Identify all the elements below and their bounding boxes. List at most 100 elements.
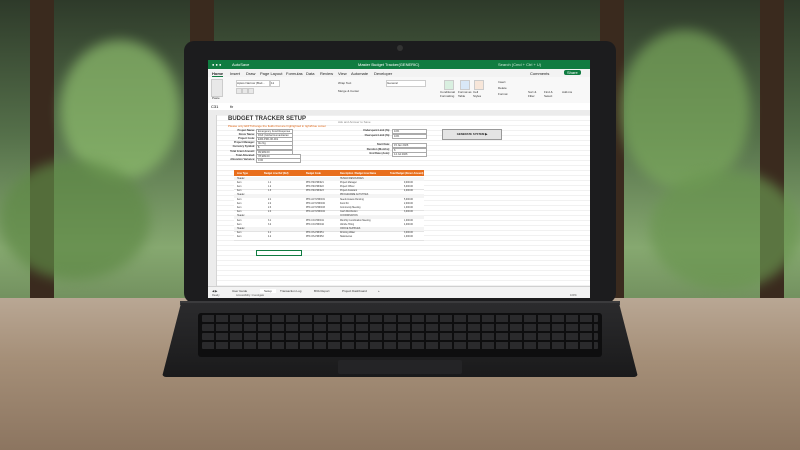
tab-automate[interactable]: Automate	[351, 71, 368, 76]
font-size-select[interactable]: 11	[270, 80, 280, 87]
tab-data[interactable]: Data	[306, 71, 314, 76]
number-format-select[interactable]: General	[386, 80, 426, 87]
table-cell-desc: Monthly Coordination Meeting	[340, 219, 371, 222]
table-cell-type: Item	[237, 181, 242, 184]
tab-formulas[interactable]: Formulas	[286, 71, 303, 76]
table-cell-amount: 5,000.00	[404, 198, 413, 201]
table-cell-ref: 3.1	[268, 219, 272, 222]
table-cell-type: Header	[237, 177, 245, 180]
field-label: Total Allocated:	[235, 153, 255, 157]
ribbon: Paste Aptos Narrow (Bod... 11 Wrap Text …	[208, 77, 590, 104]
excel-window: ● ● ● AutoSave Master Budget Tracker(GEN…	[208, 60, 590, 298]
find-select-button[interactable]: Find & Select	[544, 90, 554, 98]
sheet-note: Ask and Answer to Save	[338, 120, 371, 124]
table-cell-amount: 4,000.00	[404, 223, 413, 226]
tab-view[interactable]: View	[338, 71, 347, 76]
window-controls[interactable]: ● ● ●	[212, 62, 221, 67]
zoom-level[interactable]: 100%	[570, 294, 577, 297]
tab-review[interactable]: Review	[320, 71, 333, 76]
format-table-label: Format as Table	[458, 90, 472, 98]
share-button[interactable]: Share	[564, 70, 581, 75]
paste-button[interactable]	[211, 79, 223, 97]
col-description: Description / Budget Line Name	[340, 172, 377, 175]
field-value[interactable]: 0.00	[256, 157, 301, 163]
search-input[interactable]: Search (Cmd + Ctrl + U)	[498, 62, 541, 67]
generate-system-button[interactable]: GENERATE SYSTEM ▶	[442, 129, 502, 140]
table-cell-desc: Food Kit	[340, 202, 349, 205]
row-headers	[208, 115, 217, 286]
table-cell-desc: Drinking Water	[340, 232, 356, 235]
underline-button[interactable]	[248, 88, 254, 94]
sheet-title: BUDGET TRACKER SETUP	[228, 116, 307, 122]
keyboard	[198, 313, 602, 357]
table-row[interactable]: Item 4.2 PPF-OS-PRF052 Stationeries 1,000.00	[234, 235, 424, 241]
table-cell-type: Item	[237, 219, 242, 222]
table-cell-type: Item	[237, 185, 242, 188]
field-label: Project Code:	[238, 137, 255, 141]
trackpad[interactable]	[338, 360, 462, 374]
table-cell-ref: 1.3	[268, 190, 272, 193]
font-name-select[interactable]: Aptos Narrow (Bod...	[236, 80, 270, 87]
foliage	[620, 30, 750, 190]
table-cell-type: Header	[237, 227, 245, 230]
field-value[interactable]: 14 Jul 2026	[392, 152, 427, 157]
table-cell-ref: 3.2	[268, 223, 272, 226]
delete-button[interactable]: Delete	[498, 86, 507, 90]
table-cell-code: PPF-ACT-PRF033	[306, 206, 325, 209]
table-cell-code: PPF-ACT-PRF032	[306, 202, 325, 205]
selected-cell[interactable]	[256, 250, 302, 256]
tab-page-layout[interactable]: Page Layout	[260, 71, 282, 76]
table-cell-type: Header	[237, 215, 245, 218]
status-bar: Ready Accessibility: Investigate 100%	[208, 293, 590, 298]
cell-styles-icon[interactable]	[474, 80, 484, 90]
table-cell-type: Item	[237, 232, 242, 235]
table-cell-amount: 1,000.00	[404, 206, 413, 209]
table-cell-code: PPF-HR-PRF021	[306, 181, 324, 184]
budget-table-header: Line Type Budget Line Ref (Ref) Budget C…	[234, 170, 424, 176]
table-cell-desc: Project Officer	[340, 185, 355, 188]
field-label: End Date (Auto):	[369, 152, 390, 155]
table-cell-type: Item	[237, 198, 242, 201]
field-label: Currency Symbol:	[232, 145, 255, 149]
comments-button[interactable]: Comments	[530, 71, 549, 76]
conditional-formatting-label: Conditional Formatting	[440, 90, 456, 98]
conditional-formatting-icon[interactable]	[444, 80, 454, 90]
table-cell-amount: 1,000.00	[404, 219, 413, 222]
name-box[interactable]: C31	[211, 104, 218, 109]
tab-draw[interactable]: Draw	[246, 71, 255, 76]
table-cell-desc: HUMAN RESOURCES	[340, 177, 364, 180]
status-ready: Ready	[212, 294, 220, 297]
table-cell-code: PPF-HR-PRF023	[306, 190, 324, 193]
wrap-text-button[interactable]: Wrap Text	[338, 81, 351, 85]
addins-button[interactable]: Add-ins	[562, 90, 572, 94]
table-cell-amount: 9,000.00	[404, 181, 413, 184]
merge-center-button[interactable]: Merge & Center	[338, 89, 359, 93]
table-cell-ref: 2.1	[268, 198, 272, 201]
foliage	[650, 170, 800, 290]
sort-filter-button[interactable]: Sort & Filter	[528, 90, 538, 98]
table-cell-amount: 3,000.00	[404, 232, 413, 235]
table-cell-type: Item	[237, 190, 242, 193]
field-value[interactable]: 10%	[392, 133, 427, 139]
camera-icon	[397, 45, 403, 51]
cell-styles-label: Cell Styles	[473, 90, 482, 98]
foliage	[0, 160, 150, 280]
table-cell-code: PPF-CO-PRF041	[306, 219, 324, 222]
autosave-label[interactable]: AutoSave	[232, 62, 249, 67]
tab-developer[interactable]: Developer	[374, 71, 392, 76]
table-cell-code: PPF-ACT-PRF034	[306, 211, 325, 214]
format-button[interactable]: Format	[498, 92, 508, 96]
table-cell-desc: OFFICE SUPPLIES	[340, 227, 361, 230]
field-label: Donor Name:	[238, 133, 255, 137]
col-amount: Total Budget (Donor Amount)	[390, 172, 424, 175]
table-cell-desc: Needs Assess Running	[340, 198, 364, 201]
field-label: Allocation Variance:	[230, 157, 255, 161]
field-label: Start Date:	[376, 143, 390, 146]
format-table-icon[interactable]	[460, 80, 470, 90]
table-cell-desc: PROGRAMME ACTIVITIES	[340, 194, 369, 197]
insert-button[interactable]: Insert	[498, 80, 506, 84]
tab-insert[interactable]: Insert	[230, 71, 240, 76]
fx-icon[interactable]: fx	[230, 104, 233, 109]
table-cell-ref: 2.2	[268, 202, 272, 205]
accessibility-status[interactable]: Accessibility: Investigate	[236, 294, 264, 297]
